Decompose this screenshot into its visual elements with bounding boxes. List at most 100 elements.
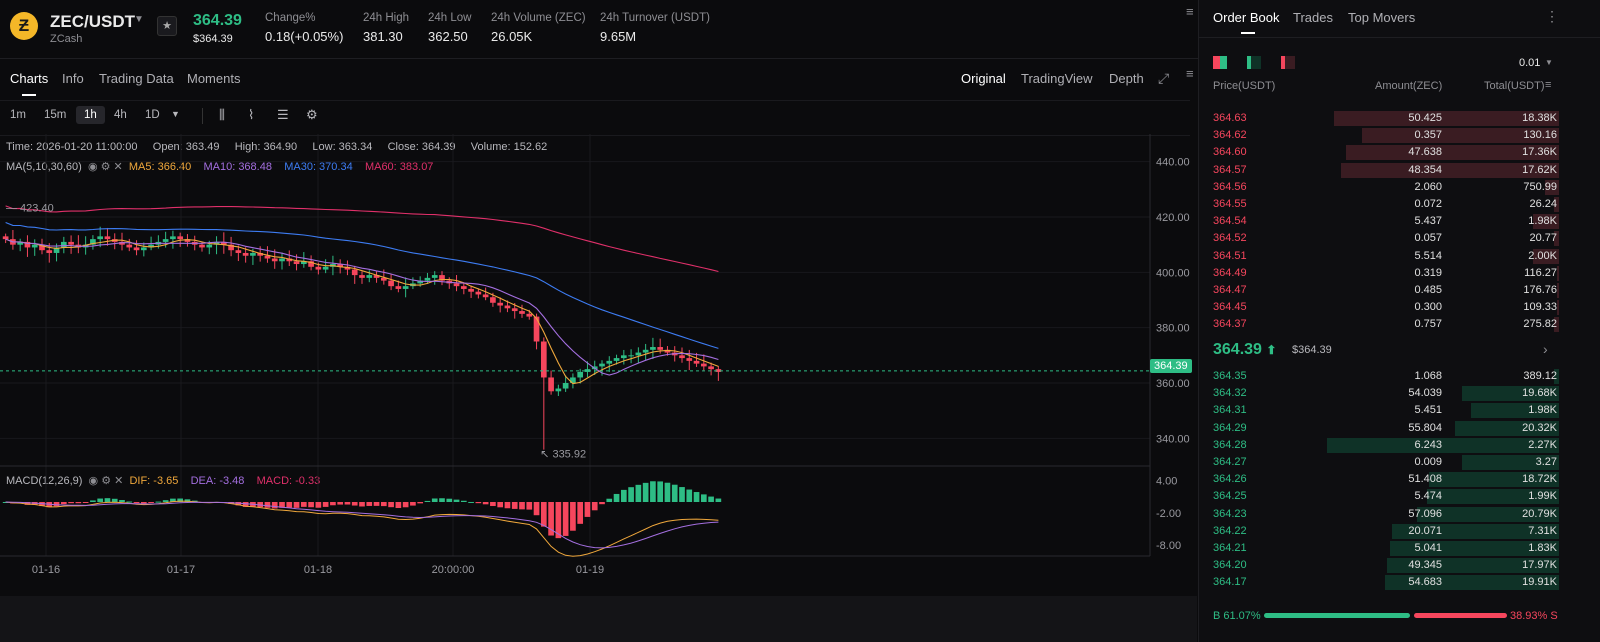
pair-symbol[interactable]: ZEC/USDT bbox=[50, 12, 135, 32]
ob-tick-dropdown-icon[interactable]: ▼ bbox=[1545, 58, 1553, 67]
timeframe-1m[interactable]: 1m bbox=[10, 109, 26, 121]
tab-moments[interactable]: Moments bbox=[187, 71, 240, 86]
macd-histogram-bar bbox=[119, 500, 125, 502]
price-chart[interactable]: 440.00 420.00 400.00 380.00 360.00 340.00 01-1… bbox=[0, 134, 1195, 600]
macd-histogram-bar bbox=[351, 502, 358, 506]
ob-mid-usd: $364.39 bbox=[1292, 344, 1332, 356]
ask-row[interactable]: 364.62 0.357 130.16 bbox=[1199, 127, 1559, 144]
bid-price: 364.21 bbox=[1213, 542, 1247, 554]
timeframe-1h[interactable]: 1h bbox=[76, 106, 105, 124]
stat-value-volume: 26.05K bbox=[491, 29, 533, 44]
bid-row[interactable]: 364.20 49.345 17.97K bbox=[1199, 557, 1559, 574]
ma60-line bbox=[5, 205, 719, 273]
bid-price: 364.28 bbox=[1213, 438, 1247, 451]
macd-histogram-bar bbox=[402, 502, 409, 508]
fullscreen-icon[interactable]: ⤢ bbox=[1158, 70, 1169, 87]
ask-row[interactable]: 364.56 2.060 750.99 bbox=[1199, 179, 1559, 196]
ask-row[interactable]: 364.45 0.300 109.33 bbox=[1199, 299, 1559, 316]
ob-tab-top-movers[interactable]: Top Movers bbox=[1348, 10, 1415, 25]
bid-row[interactable]: 364.29 55.804 20.32K bbox=[1199, 420, 1559, 437]
bid-row[interactable]: 364.17 54.683 19.91K bbox=[1199, 574, 1559, 591]
ask-row[interactable]: 364.54 5.437 1.98K bbox=[1199, 213, 1559, 230]
timeframe-dropdown-icon[interactable]: ▼ bbox=[171, 109, 180, 119]
ob-tick-size[interactable]: 0.01 bbox=[1519, 57, 1540, 69]
candle-type-icon[interactable]: ⫼ bbox=[219, 107, 225, 123]
macd-histogram-bar bbox=[577, 502, 584, 524]
tab-trading-data[interactable]: Trading Data bbox=[99, 71, 174, 86]
ask-amount: 47.638 bbox=[1408, 146, 1442, 159]
ask-row[interactable]: 364.49 0.319 116.27 bbox=[1199, 265, 1559, 282]
bid-row[interactable]: 364.21 5.041 1.83K bbox=[1199, 540, 1559, 557]
ask-row[interactable]: 364.63 50.425 18.38K bbox=[1199, 110, 1559, 127]
bid-row[interactable]: 364.25 5.474 1.99K bbox=[1199, 488, 1559, 505]
tab-charts[interactable]: Charts bbox=[10, 71, 48, 86]
indicator-icon[interactable]: ⌇ bbox=[248, 107, 254, 123]
macd-histogram-bar bbox=[482, 502, 489, 505]
candle-body bbox=[700, 363, 707, 367]
buy-ratio: B 61.07% bbox=[1213, 610, 1261, 622]
settings-icon[interactable]: ⚙ bbox=[306, 107, 318, 123]
macd-histogram-bar bbox=[271, 502, 278, 509]
macd-histogram-bar bbox=[460, 500, 467, 502]
ask-price: 364.62 bbox=[1213, 129, 1247, 142]
bid-row[interactable]: 364.26 51.408 18.72K bbox=[1199, 471, 1559, 488]
tab-info[interactable]: Info bbox=[62, 71, 84, 86]
macd-histogram-bar bbox=[490, 502, 496, 507]
ask-price: 364.49 bbox=[1213, 266, 1247, 279]
bid-row[interactable]: 364.27 0.009 3.27 bbox=[1199, 454, 1559, 471]
bid-row[interactable]: 364.23 57.096 20.79K bbox=[1199, 506, 1559, 523]
ask-total: 176.76 bbox=[1523, 284, 1557, 296]
favorite-star-icon[interactable]: ★ bbox=[157, 16, 177, 36]
ask-row[interactable]: 364.47 0.485 176.76 bbox=[1199, 282, 1559, 299]
candle-body bbox=[708, 366, 714, 370]
ask-price: 364.56 bbox=[1213, 180, 1247, 193]
bid-row[interactable]: 364.32 54.039 19.68K bbox=[1199, 385, 1559, 402]
timeframe-4h[interactable]: 4h bbox=[114, 109, 127, 121]
view-original[interactable]: Original bbox=[961, 71, 1006, 86]
drawing-tools-icon[interactable]: ☰ bbox=[277, 107, 289, 123]
bid-row[interactable]: 364.22 20.071 7.31K bbox=[1199, 523, 1559, 540]
ob-header-amount: Amount(ZEC) bbox=[1375, 80, 1443, 92]
bid-row[interactable]: 364.31 5.451 1.98K bbox=[1199, 402, 1559, 419]
ob-header-price: Price(USDT) bbox=[1213, 80, 1276, 92]
ask-row[interactable]: 364.60 47.638 17.36K bbox=[1199, 144, 1559, 161]
bid-row[interactable]: 364.28 6.243 2.27K bbox=[1199, 437, 1559, 454]
candle-body bbox=[686, 358, 693, 361]
ask-total: 130.16 bbox=[1523, 129, 1557, 142]
ask-price: 364.57 bbox=[1213, 163, 1247, 176]
bid-row[interactable]: 364.35 1.068 389.12 bbox=[1199, 368, 1559, 385]
macd-histogram-bar bbox=[519, 502, 525, 510]
ask-row[interactable]: 364.55 0.072 26.24 bbox=[1199, 196, 1559, 213]
macd-histogram-bar bbox=[526, 502, 533, 510]
ask-row[interactable]: 364.52 0.057 20.77 bbox=[1199, 230, 1559, 247]
ob-more-icon[interactable]: ⋮ bbox=[1545, 8, 1559, 25]
ask-row[interactable]: 364.37 0.757 275.82 bbox=[1199, 316, 1559, 333]
ob-view-asks-icon[interactable] bbox=[1281, 56, 1295, 69]
candle-body bbox=[526, 313, 533, 317]
bid-total: 1.99K bbox=[1528, 490, 1557, 503]
macd-histogram-bar bbox=[431, 498, 438, 502]
timeframe-1d[interactable]: 1D bbox=[145, 109, 160, 121]
tab-underline bbox=[22, 94, 36, 96]
chevron-right-icon[interactable]: › bbox=[1543, 341, 1548, 357]
candle-body bbox=[395, 286, 402, 289]
macd-histogram-bar bbox=[133, 502, 140, 504]
ob-total-toggle-icon[interactable]: ≡ bbox=[1545, 79, 1551, 91]
ask-row[interactable]: 364.57 48.354 17.62K bbox=[1199, 162, 1559, 179]
view-tradingview[interactable]: TradingView bbox=[1021, 71, 1093, 86]
menu-icon-2[interactable]: ≡ bbox=[1186, 66, 1194, 81]
ob-view-both-icon[interactable] bbox=[1213, 56, 1227, 69]
bid-amount: 0.009 bbox=[1414, 456, 1442, 468]
timeframe-15m[interactable]: 15m bbox=[44, 109, 66, 121]
chart-axes: 440.00 420.00 400.00 380.00 360.00 340.00 01-1… bbox=[6, 157, 1190, 576]
ob-tab-trades[interactable]: Trades bbox=[1293, 10, 1333, 25]
ask-row[interactable]: 364.51 5.514 2.00K bbox=[1199, 248, 1559, 265]
menu-icon[interactable]: ≡ bbox=[1186, 4, 1194, 19]
chevron-down-icon[interactable]: ▼ bbox=[134, 14, 144, 25]
ticker-header: Ƶ ZEC/USDT ▼ ZCash ★ 364.39 $364.39 Chan… bbox=[0, 0, 1205, 59]
view-depth[interactable]: Depth bbox=[1109, 71, 1144, 86]
stat-label-turnover: 24h Turnover (USDT) bbox=[600, 12, 710, 24]
ob-view-bids-icon[interactable] bbox=[1247, 56, 1261, 69]
ob-tab-orderbook[interactable]: Order Book bbox=[1213, 10, 1279, 25]
zcash-logo-icon: Ƶ bbox=[10, 12, 38, 40]
